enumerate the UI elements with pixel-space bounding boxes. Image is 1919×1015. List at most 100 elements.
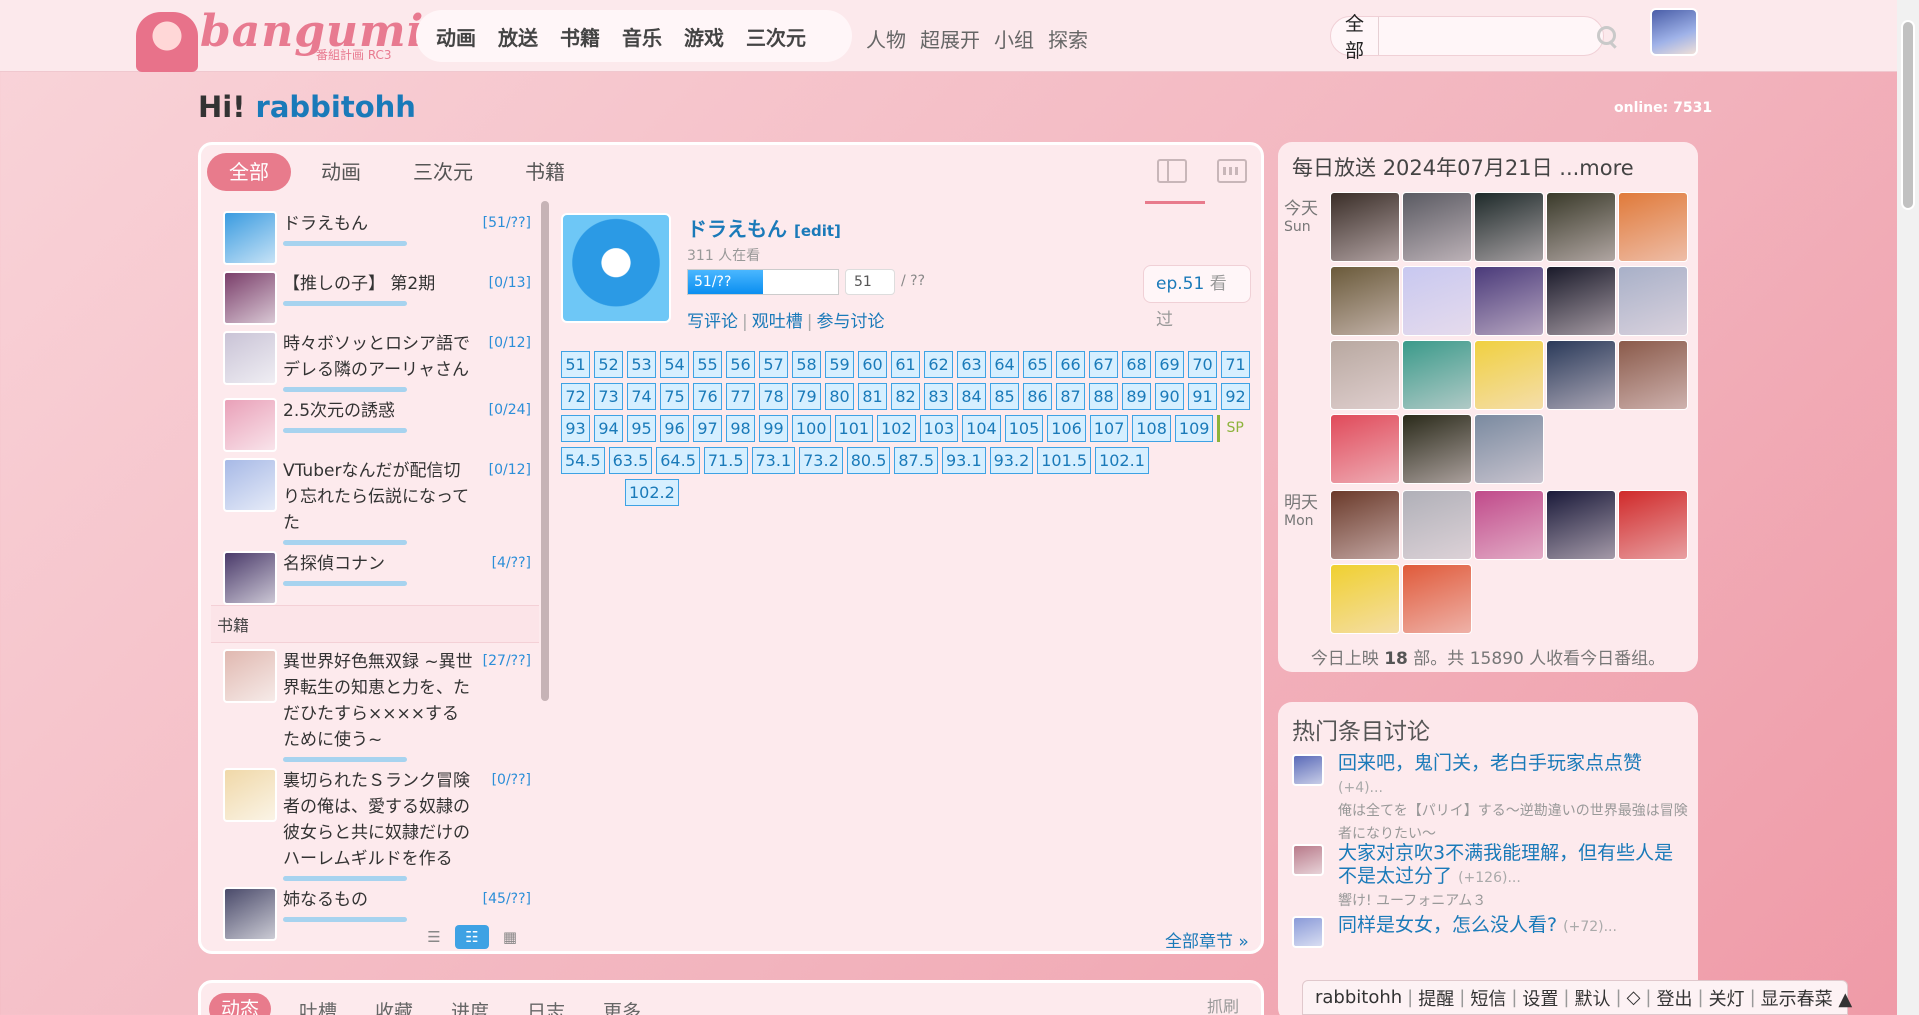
episode-button[interactable]: 101 <box>834 415 874 442</box>
sp-episode-button[interactable]: 64.5 <box>656 447 700 474</box>
episode-button[interactable]: 100 <box>792 415 831 442</box>
episode-button[interactable]: 82 <box>891 383 920 410</box>
today-anime-cover[interactable] <box>1546 266 1616 336</box>
episode-button[interactable]: 91 <box>1188 383 1217 410</box>
search-input[interactable] <box>1379 17 1595 55</box>
episode-button[interactable]: 98 <box>726 415 755 442</box>
list-item-count[interactable]: [27/??] <box>483 653 531 669</box>
sp-episode-button[interactable]: 102.2 <box>625 479 679 506</box>
list-item[interactable]: ドラえもん [51/??] <box>211 205 539 265</box>
list-item-count[interactable]: [45/??] <box>483 891 531 907</box>
list-item-thumb[interactable] <box>223 458 277 512</box>
greeting-username[interactable]: rabbitohh <box>256 90 416 124</box>
list-item-thumb[interactable] <box>223 398 277 452</box>
sp-episode-button[interactable]: 87.5 <box>894 447 938 474</box>
topic-avatar[interactable] <box>1292 844 1324 876</box>
list-item-thumb[interactable] <box>223 768 277 822</box>
episode-button[interactable]: 99 <box>759 415 788 442</box>
episode-button[interactable]: 92 <box>1221 383 1250 410</box>
nav-music[interactable]: 音乐 <box>622 22 662 51</box>
today-anime-cover[interactable] <box>1546 192 1616 262</box>
episode-button[interactable]: 108 <box>1132 415 1171 442</box>
user-avatar[interactable] <box>1650 8 1698 56</box>
sp-episode-button[interactable]: 102.1 <box>1095 447 1149 474</box>
episode-button[interactable]: 56 <box>726 351 755 378</box>
nav-game[interactable]: 游戏 <box>684 22 724 51</box>
list-scrollbar-thumb[interactable] <box>541 201 549 701</box>
tomorrow-anime-cover[interactable] <box>1474 490 1544 560</box>
topic-subject[interactable]: 俺は全てを【パリイ】する～逆勘違いの世界最強は冒険者になりたい～ <box>1338 800 1688 846</box>
list-item-thumb[interactable] <box>223 551 277 605</box>
episode-button[interactable]: 52 <box>594 351 623 378</box>
page-scrollbar[interactable] <box>1897 0 1919 1015</box>
list-item-count[interactable]: [4/??] <box>492 555 531 571</box>
episode-button[interactable]: 60 <box>858 351 887 378</box>
episode-button[interactable]: 90 <box>1155 383 1184 410</box>
tab-all[interactable]: 全部 <box>207 153 291 191</box>
episode-button[interactable]: 59 <box>825 351 854 378</box>
today-anime-cover[interactable] <box>1330 192 1400 262</box>
grid-view-icon[interactable] <box>1217 159 1247 183</box>
today-anime-cover[interactable] <box>1330 340 1400 410</box>
sp-episode-button[interactable]: 63.5 <box>608 447 653 474</box>
list-item[interactable]: 2.5次元の誘惑 [0/24] <box>211 392 539 452</box>
nav-explore[interactable]: 探索 <box>1048 24 1088 53</box>
tab-collections[interactable]: 收藏 <box>375 997 413 1015</box>
episode-button[interactable]: 63 <box>957 351 986 378</box>
tomorrow-anime-cover[interactable] <box>1330 564 1400 634</box>
today-anime-cover[interactable] <box>1618 340 1688 410</box>
tab-book[interactable]: 书籍 <box>503 153 587 191</box>
today-anime-cover[interactable] <box>1546 340 1616 410</box>
sp-episode-button[interactable]: 80.5 <box>846 447 891 474</box>
episode-button[interactable]: 83 <box>924 383 953 410</box>
list-item[interactable]: 裏切られたＳランク冒険者の俺は、愛する奴隷の彼女らと共に奴隷だけのハーレムギルド… <box>211 762 539 881</box>
write-review-link[interactable]: 写评论 <box>687 312 738 332</box>
today-anime-cover[interactable] <box>1402 266 1472 336</box>
episode-button[interactable]: 57 <box>759 351 788 378</box>
site-logo[interactable]: bangumi 番組計画 RC3 <box>136 6 423 72</box>
episode-button[interactable]: 62 <box>924 351 953 378</box>
episode-button[interactable]: 55 <box>693 351 722 378</box>
episode-button[interactable]: 105 <box>1004 415 1044 442</box>
list-item-thumb[interactable] <box>223 271 277 325</box>
episode-button[interactable]: 71 <box>1221 351 1250 378</box>
nav-groups[interactable]: 小组 <box>994 24 1034 53</box>
topic-subject[interactable]: 響け! ユーフォニアム３ <box>1338 890 1688 913</box>
topic-avatar[interactable] <box>1292 754 1324 786</box>
today-anime-cover[interactable] <box>1402 414 1472 484</box>
list-item-thumb[interactable] <box>223 649 277 703</box>
today-anime-cover[interactable] <box>1330 414 1400 484</box>
nav-real[interactable]: 三次元 <box>746 22 806 51</box>
nav-anime[interactable]: 动画 <box>436 22 476 51</box>
episode-button[interactable]: 79 <box>792 383 821 410</box>
episode-button[interactable]: 67 <box>1089 351 1118 378</box>
topic-title[interactable]: 同样是女女，怎么没人看? <box>1338 914 1557 936</box>
status-theme[interactable]: 默认 <box>1574 985 1610 1011</box>
episode-button[interactable]: 73 <box>594 383 623 410</box>
list-item-count[interactable]: [0/??] <box>492 772 531 788</box>
episode-button[interactable]: 104 <box>962 415 1001 442</box>
episode-button[interactable]: 109 <box>1174 415 1214 442</box>
list-scrollbar[interactable] <box>541 201 549 801</box>
list-item[interactable]: VTuberなんだが配信切り忘れたら伝説になってた [0/12] <box>211 452 539 545</box>
sidebar-view-icon[interactable] <box>1157 159 1187 183</box>
nav-onair[interactable]: 放送 <box>498 22 538 51</box>
list-item-count[interactable]: [0/12] <box>489 462 531 478</box>
episode-button[interactable]: 102 <box>877 415 916 442</box>
sp-episode-button[interactable]: 73.2 <box>799 447 843 474</box>
episode-button[interactable]: 72 <box>561 383 590 410</box>
nav-book[interactable]: 书籍 <box>560 22 600 51</box>
progress-input[interactable]: 51 <box>845 269 895 295</box>
tomorrow-anime-cover[interactable] <box>1402 490 1472 560</box>
status-settings[interactable]: 设置 <box>1522 985 1558 1011</box>
tab-anime[interactable]: 动画 <box>299 153 383 191</box>
list-item[interactable]: 名探偵コナン [4/??] <box>211 545 539 605</box>
status-show-haruna[interactable]: 显示春菜 ▲ <box>1761 985 1853 1011</box>
episode-button[interactable]: 65 <box>1023 351 1052 378</box>
episode-button[interactable]: 78 <box>759 383 788 410</box>
episode-button[interactable]: 58 <box>792 351 821 378</box>
today-anime-cover[interactable] <box>1402 340 1472 410</box>
tomorrow-anime-cover[interactable] <box>1330 490 1400 560</box>
sp-episode-button[interactable]: 93.1 <box>942 447 986 474</box>
episode-button[interactable]: 93 <box>561 415 590 442</box>
